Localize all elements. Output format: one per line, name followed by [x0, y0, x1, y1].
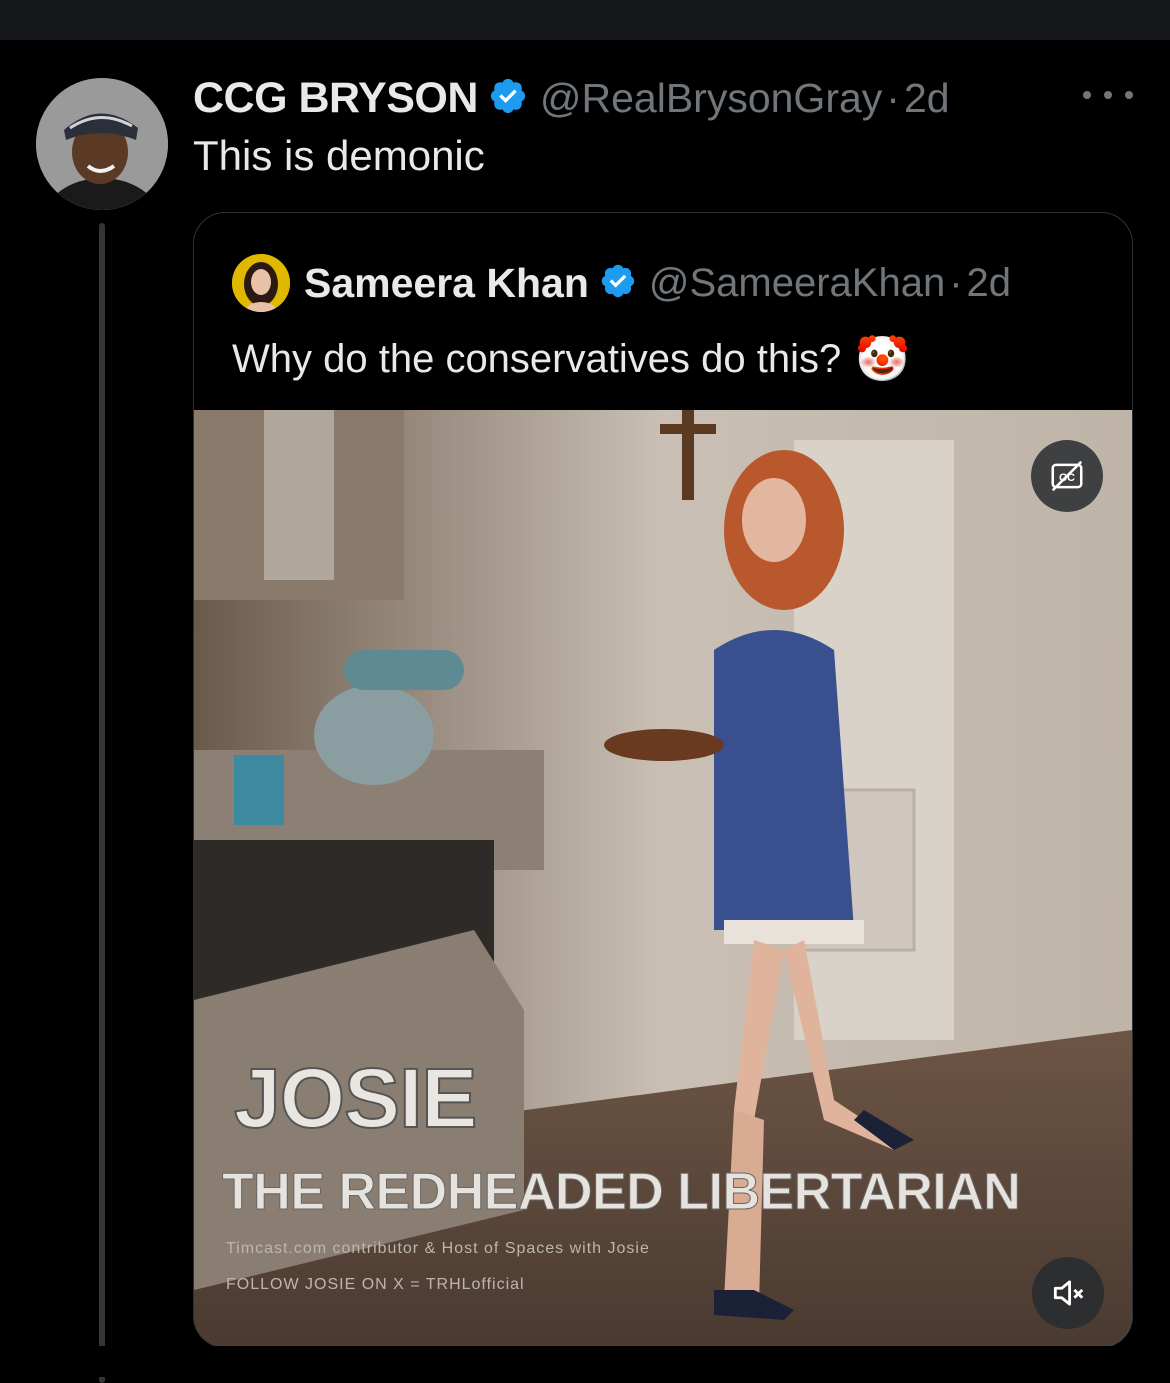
author-handle[interactable]: @RealBrysonGray [540, 75, 882, 122]
quoted-tweet[interactable]: Sameera Khan @SameeraKhan · 2d Why do th… [193, 212, 1133, 1348]
closed-captions-icon: CC [1051, 460, 1083, 492]
closed-captions-button[interactable]: CC [1031, 440, 1103, 512]
thread-connector-line [99, 223, 105, 1383]
next-content-edge [0, 1346, 1170, 1377]
video-caption-line2: FOLLOW JOSIE ON X = TRHLofficial [226, 1276, 525, 1293]
video-caption-title: THE REDHEADED LIBERTARIAN [221, 1163, 1021, 1222]
quoted-author-handle[interactable]: @SameeraKhan [649, 261, 945, 306]
quoted-author-name[interactable]: Sameera Khan [304, 260, 589, 307]
quoted-text: Why do the conservatives do this? [232, 336, 842, 381]
more-horizontal-icon[interactable] [1083, 80, 1133, 110]
author-name[interactable]: CCG BRYSON [193, 74, 478, 123]
avatar-photo [36, 78, 168, 210]
mute-button[interactable] [1032, 1257, 1104, 1329]
tweet-header: CCG BRYSON @RealBrysonGray · 2d [193, 70, 950, 126]
verified-badge-icon [599, 262, 637, 305]
quoted-avatar-photo [232, 254, 290, 312]
video-player[interactable]: JOSIE THE REDHEADED LIBERTARIAN Timcast.… [194, 410, 1132, 1347]
video-caption-name: JOSIE [233, 1050, 478, 1146]
tweet-text: This is demonic [193, 132, 485, 179]
verified-badge-icon [488, 76, 528, 121]
quoted-author-avatar[interactable] [232, 254, 290, 312]
video-caption-line1: Timcast.com contributor & Host of Spaces… [226, 1240, 650, 1257]
quoted-tweet-text: Why do the conservatives do this? 🤡 [232, 333, 910, 385]
separator-dot: · [886, 74, 900, 121]
quoted-tweet-time[interactable]: 2d [967, 261, 1012, 306]
separator-dot: · [949, 260, 963, 305]
quoted-tweet-header: Sameera Khan @SameeraKhan · 2d [232, 251, 1011, 315]
volume-muted-icon [1053, 1280, 1084, 1306]
clown-emoji: 🤡 [855, 335, 910, 384]
tweet-time[interactable]: 2d [904, 75, 950, 122]
top-bar [0, 0, 1170, 40]
author-avatar[interactable] [36, 78, 168, 210]
